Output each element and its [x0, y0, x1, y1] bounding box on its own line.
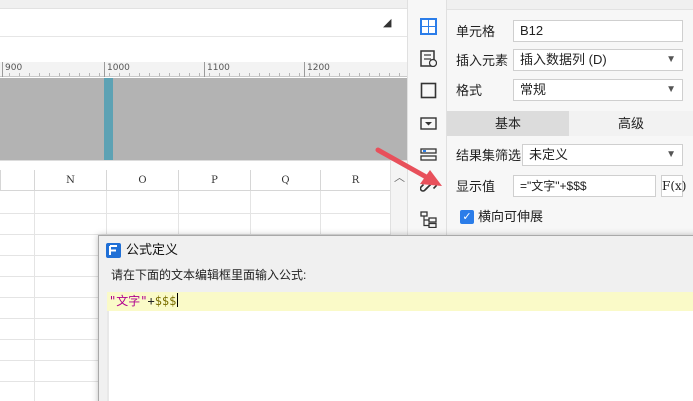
- formula-string: "文字": [109, 294, 148, 308]
- formula-line[interactable]: "文字"+$$$: [109, 293, 179, 309]
- ruler-label: 1100: [207, 63, 230, 73]
- display-value-label: 显示值: [456, 179, 496, 194]
- insert-element-row: 插入元素 插入数据列 (D) ▼: [447, 46, 693, 76]
- formula-editor[interactable]: "文字"+$$$: [107, 292, 693, 311]
- top-strip: [0, 0, 407, 9]
- ruler-label: 1000: [107, 63, 130, 73]
- tab-basic[interactable]: 基本: [447, 111, 569, 136]
- horizontal-expand-checkbox[interactable]: ✓: [460, 210, 474, 224]
- designer-window: ◢ 900 1000 1100 1200 N O P Q R ︿ 单元格 B12…: [0, 0, 693, 401]
- filter-label: 结果集筛选: [456, 148, 522, 163]
- cell-attribute-icon[interactable]: [420, 50, 437, 67]
- formula-button[interactable]: F(x): [661, 175, 686, 197]
- display-value: ="文字"+$$$: [520, 179, 587, 193]
- dialog-title: 公式定义: [126, 242, 179, 257]
- column-header-row: N O P Q R: [0, 170, 390, 191]
- ruler-label: 1200: [307, 63, 330, 73]
- column-header[interactable]: O: [106, 170, 178, 191]
- display-value-row: 显示值 ="文字"+$$$ F(x): [447, 172, 693, 202]
- ruler-label: 900: [5, 63, 23, 73]
- dialog-title-bar[interactable]: 公式定义: [99, 236, 693, 264]
- property-tabs: 基本 高级: [447, 111, 693, 136]
- report-canvas[interactable]: [0, 78, 407, 160]
- insert-element-select[interactable]: 插入数据列 (D) ▼: [513, 49, 683, 71]
- designer-toolbar: ◢: [0, 9, 407, 37]
- grid-row-line: [0, 213, 390, 214]
- formula-dialog: 公式定义 请在下面的文本编辑框里面输入公式: "文字"+$$$: [98, 235, 693, 401]
- ruler-major-tick: [204, 62, 205, 77]
- formula-operator: +: [147, 294, 155, 308]
- panel-header-strip: [447, 0, 693, 10]
- filter-select[interactable]: 未定义 ▼: [522, 144, 683, 166]
- cell-value: B12: [520, 23, 544, 38]
- filter-row: 结果集筛选 未定义 ▼: [447, 141, 693, 171]
- column-header[interactable]: N: [34, 170, 106, 191]
- condition-icon[interactable]: [420, 115, 437, 132]
- horizontal-ruler: 900 1000 1100 1200: [0, 62, 407, 77]
- format-value: 常规: [520, 82, 547, 97]
- tree-icon[interactable]: [420, 211, 437, 228]
- format-select[interactable]: 常规 ▼: [513, 79, 683, 101]
- column-header[interactable]: P: [178, 170, 250, 191]
- chevron-down-icon[interactable]: ▼: [666, 50, 676, 70]
- horizontal-expand-row: ✓ 横向可伸展: [447, 205, 693, 229]
- format-row: 格式 常规 ▼: [447, 76, 693, 106]
- widget-icon[interactable]: [420, 82, 437, 99]
- display-value-input[interactable]: ="文字"+$$$: [513, 175, 656, 197]
- ruler-major-tick: [104, 62, 105, 77]
- ruler-major-tick: [2, 62, 3, 77]
- formula-editor-body[interactable]: [107, 311, 693, 401]
- chevron-down-icon[interactable]: ▼: [666, 145, 676, 165]
- horizontal-expand-label: 横向可伸展: [478, 209, 544, 224]
- annotation-arrow-icon: [375, 147, 442, 186]
- text-cursor: [177, 293, 179, 307]
- column-header-blank: [0, 170, 34, 191]
- page-boundary-marker[interactable]: [104, 78, 113, 160]
- filter-value: 未定义: [529, 147, 569, 162]
- editor-gutter: [107, 311, 109, 401]
- insert-element-label: 插入元素: [456, 53, 509, 68]
- tab-advanced[interactable]: 高级: [569, 111, 693, 136]
- app-logo-icon: [106, 243, 121, 258]
- cell-label: 单元格: [456, 24, 496, 39]
- column-header[interactable]: Q: [250, 170, 320, 191]
- cell-input[interactable]: B12: [513, 20, 683, 42]
- dialog-prompt: 请在下面的文本编辑框里面输入公式:: [111, 268, 307, 282]
- format-label: 格式: [456, 83, 483, 98]
- cell-row: 单元格 B12: [447, 17, 693, 47]
- insert-element-value: 插入数据列 (D): [520, 52, 607, 67]
- ruler-major-tick: [304, 62, 305, 77]
- cell-element-icon[interactable]: [420, 18, 437, 35]
- formula-variable: $$$: [154, 294, 177, 308]
- grid-column-line: [34, 191, 35, 401]
- chevron-down-icon[interactable]: ▼: [666, 80, 676, 100]
- format-painter-icon[interactable]: ◢: [383, 17, 397, 29]
